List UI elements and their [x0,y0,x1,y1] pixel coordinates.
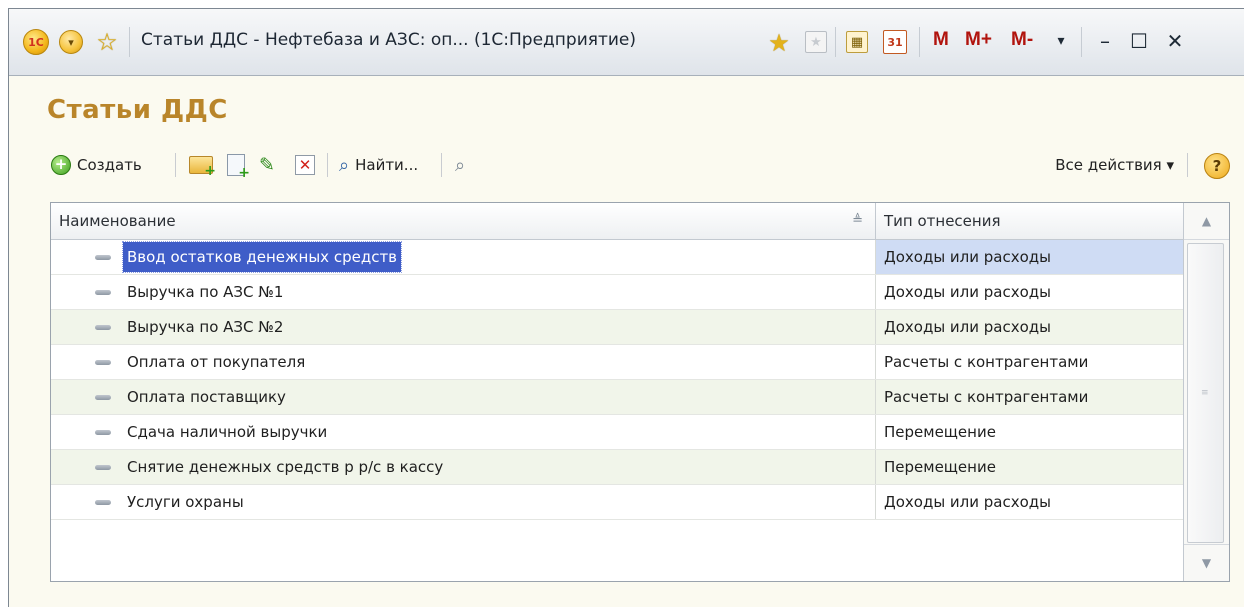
element-icon [95,325,111,330]
element-icon [95,465,111,470]
find-label: Найти... [355,156,419,174]
row-name: Оплата от покупателя [127,353,306,371]
delete-mark-button[interactable]: ✕ [295,147,315,183]
title-separator [129,27,130,57]
name-cell: Выручка по АЗС №2 [51,310,876,344]
name-cell: Ввод остатков денежных средств [51,240,876,274]
create-folder-icon [189,156,216,179]
memory-m-button[interactable]: M [933,29,949,51]
table-row[interactable]: Услуги охраны Доходы или расходы [51,485,1184,520]
table-row[interactable]: Ввод остатков денежных средств Доходы ил… [51,240,1184,275]
copy-icon [227,154,250,181]
element-icon [95,255,111,260]
row-name: Ввод остатков денежных средств [121,241,403,273]
row-name: Снятие денежных средств р р/с в кассу [127,458,444,476]
all-actions-button[interactable]: Все действия ▾ [1055,147,1174,183]
toolbar-separator [175,153,176,177]
column-header-type-label: Тип отнесения [884,212,1001,230]
table-header: Наименование ≜ Тип отнесения [51,203,1184,240]
type-cell: Расчеты с контрагентами [884,388,1089,406]
edit-icon: ✎ [259,154,275,176]
window-title: Статьи ДДС - Нефтебаза и АЗС: оп... (1С:… [141,30,637,50]
table-row[interactable]: Оплата поставщику Расчеты с контрагентам… [51,380,1184,415]
type-cell: Перемещение [884,458,996,476]
memory-plus-button[interactable]: M+ [965,29,992,51]
all-actions-label: Все действия ▾ [1055,156,1174,174]
1c-logo-icon[interactable]: 1С [23,29,49,55]
calendar-icon[interactable]: 31 [883,30,907,54]
scroll-up-icon[interactable]: ▲ [1184,203,1229,240]
type-cell: Доходы или расходы [884,283,1052,301]
table-body: Ввод остатков денежных средств Доходы ил… [51,240,1184,520]
create-label: Создать [77,156,142,174]
bookmark-icon[interactable]: ★ [805,31,827,53]
row-name: Выручка по АЗС №1 [127,283,284,301]
type-cell: Перемещение [884,423,996,441]
table-row[interactable]: Выручка по АЗС №1 Доходы или расходы [51,275,1184,310]
edit-button[interactable]: ✎ [259,147,275,183]
row-name: Услуги охраны [127,493,244,511]
name-cell: Оплата от покупателя [51,345,876,379]
element-icon [95,430,111,435]
cancel-search-button[interactable]: ⌕ [455,147,465,183]
find-button[interactable]: ⌕ Найти... [339,147,418,183]
title-separator [1081,27,1082,57]
memory-minus-button[interactable]: M- [1011,29,1033,51]
table-row[interactable]: Сдача наличной выручки Перемещение [51,415,1184,450]
name-cell: Снятие денежных средств р р/с в кассу [51,450,876,484]
scroll-grip-icon: ≡ [1201,388,1209,398]
toolbar-separator [1187,153,1188,177]
element-icon [95,360,111,365]
create-icon: + [51,155,71,175]
table-row[interactable]: Оплата от покупателя Расчеты с контраген… [51,345,1184,380]
calculator-icon[interactable]: ▦ [846,31,868,53]
add-to-favorites-icon[interactable]: ★ [765,29,793,57]
application-window: 1С ▾ ☆ Статьи ДДС - Нефтебаза и АЗС: оп.… [8,8,1244,607]
create-folder-button[interactable] [189,147,216,183]
items-table[interactable]: Наименование ≜ Тип отнесения Ввод остатк… [50,202,1230,582]
element-icon [95,500,111,505]
toolbar-separator [327,153,328,177]
name-cell: Выручка по АЗС №1 [51,275,876,309]
element-icon [95,395,111,400]
title-separator [919,27,920,57]
maximize-icon[interactable]: ☐ [1125,27,1153,55]
close-icon[interactable]: ✕ [1161,27,1189,55]
title-separator [835,27,836,57]
cancel-search-icon: ⌕ [455,154,466,176]
scroll-thumb[interactable]: ≡ [1187,243,1224,543]
name-cell: Оплата поставщику [51,380,876,414]
create-button[interactable]: + Создать [51,147,142,183]
type-cell: Доходы или расходы [876,240,1184,274]
row-name: Сдача наличной выручки [127,423,328,441]
table-row[interactable]: Выручка по АЗС №2 Доходы или расходы [51,310,1184,345]
type-cell: Расчеты с контрагентами [884,353,1089,371]
favorite-star-icon[interactable]: ☆ [93,28,121,56]
name-cell: Сдача наличной выручки [51,415,876,449]
type-cell: Доходы или расходы [884,493,1052,511]
column-header-type[interactable]: Тип отнесения [876,203,1184,239]
row-name: Выручка по АЗС №2 [127,318,284,336]
copy-button[interactable] [227,147,250,183]
toolbar-separator [441,153,442,177]
table-row[interactable]: Снятие денежных средств р р/с в кассу Пе… [51,450,1184,485]
type-cell: Доходы или расходы [884,318,1052,336]
row-name: Оплата поставщику [127,388,286,406]
window-menu-chevron-icon[interactable]: ▾ [1047,27,1075,55]
search-icon: ⌕ [339,154,350,176]
page-title: Статьи ДДС [47,95,228,125]
element-icon [95,290,111,295]
sort-icon: ≜ [852,213,863,228]
title-bar: 1С ▾ ☆ Статьи ДДС - Нефтебаза и АЗС: оп.… [9,9,1244,76]
column-header-name[interactable]: Наименование ≜ [51,203,876,239]
column-header-name-label: Наименование [59,212,176,230]
command-bar: + Создать ✎ ✕ ⌕ Найти... ⌕ Все действия … [47,147,1232,183]
vertical-scrollbar[interactable]: ▲ ≡ ▼ [1183,203,1229,581]
help-icon[interactable]: ? [1204,153,1230,179]
minimize-icon[interactable]: – [1091,27,1119,55]
main-menu-icon[interactable]: ▾ [59,30,83,54]
scroll-down-icon[interactable]: ▼ [1184,544,1229,581]
delete-mark-icon: ✕ [295,155,315,175]
name-cell: Услуги охраны [51,485,876,519]
